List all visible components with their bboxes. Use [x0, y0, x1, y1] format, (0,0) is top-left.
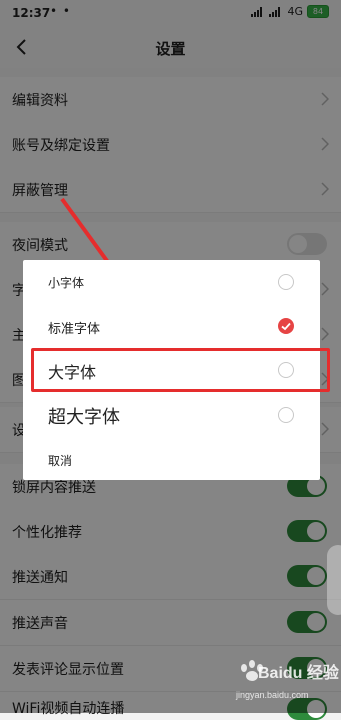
annotation-highlight-box — [31, 348, 330, 392]
watermark-text: Baidu 经验 — [258, 665, 339, 682]
option-label: 超大字体 — [48, 407, 120, 428]
cancel-button[interactable]: 取消 — [23, 436, 320, 480]
option-label: 标准字体 — [48, 322, 101, 337]
font-option-small[interactable]: 小字体 — [23, 260, 320, 304]
radio-unchecked-icon[interactable] — [278, 407, 294, 423]
radio-unchecked-icon[interactable] — [278, 274, 294, 290]
font-option-extra-large[interactable]: 超大字体 — [23, 392, 320, 436]
watermark-url: jingyan.baidu.com — [236, 690, 309, 700]
checkmark-icon — [281, 322, 291, 331]
option-label: 小字体 — [48, 276, 85, 290]
font-option-standard[interactable]: 标准字体 — [23, 304, 320, 348]
cancel-label: 取消 — [48, 454, 73, 468]
radio-checked-icon[interactable] — [278, 318, 294, 334]
edge-handle[interactable] — [327, 545, 341, 615]
